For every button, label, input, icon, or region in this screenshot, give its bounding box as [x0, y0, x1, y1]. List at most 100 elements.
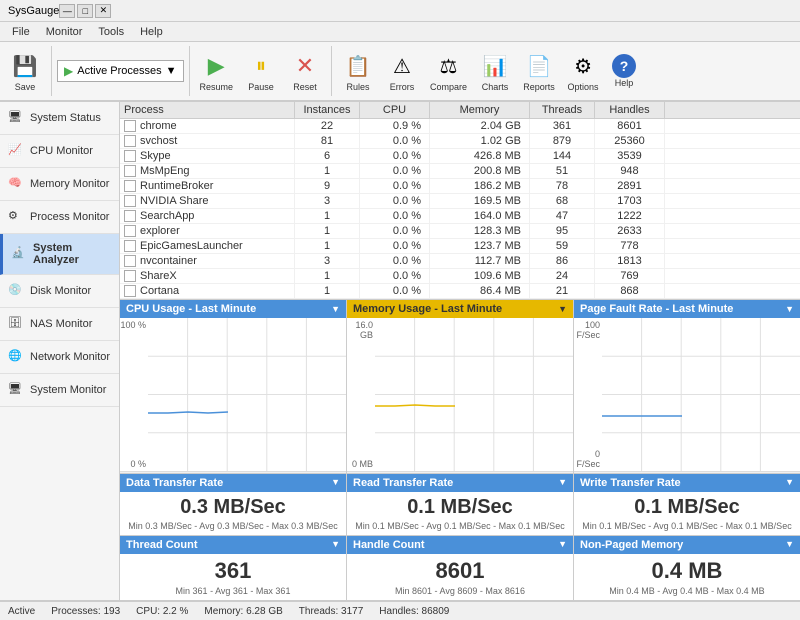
- process-checkbox[interactable]: [124, 255, 136, 267]
- sidebar-item-system-analyzer[interactable]: 🔬 System Analyzer: [0, 234, 119, 275]
- reset-button[interactable]: ✕ Reset: [284, 47, 326, 95]
- td-memory: 112.7 MB: [430, 254, 530, 268]
- table-row[interactable]: ShareX 1 0.0 % 109.6 MB 24 769: [120, 269, 800, 284]
- process-checkbox[interactable]: [124, 270, 136, 282]
- close-button[interactable]: ✕: [95, 4, 111, 18]
- pagefault-chart-panel: Page Fault Rate - Last Minute ▼ 100 F/Se…: [574, 300, 800, 473]
- td-handles: 25360: [595, 134, 665, 148]
- write-transfer-dropdown[interactable]: ▼: [785, 477, 794, 489]
- maximize-button[interactable]: □: [77, 4, 93, 18]
- pagefault-chart-dropdown[interactable]: ▼: [785, 304, 794, 314]
- write-transfer-value: 0.1 MB/Sec: [580, 496, 794, 519]
- thread-count-dropdown[interactable]: ▼: [331, 539, 340, 551]
- save-button[interactable]: 💾 Save: [4, 47, 46, 95]
- td-instances: 3: [295, 254, 360, 268]
- process-checkbox[interactable]: [124, 225, 136, 237]
- td-instances: 1: [295, 269, 360, 283]
- nonpaged-memory-dropdown[interactable]: ▼: [785, 539, 794, 551]
- table-row[interactable]: Cortana 1 0.0 % 86.4 MB 21 868: [120, 284, 800, 299]
- titlebar-controls: — □ ✕: [59, 4, 111, 18]
- sidebar-item-process-monitor[interactable]: ⚙ Process Monitor: [0, 201, 119, 234]
- minimize-button[interactable]: —: [59, 4, 75, 18]
- read-transfer-dropdown[interactable]: ▼: [558, 477, 567, 489]
- table-body: chrome 22 0.9 % 2.04 GB 361 8601 svchost…: [120, 119, 800, 299]
- sidebar-item-system-monitor[interactable]: 🖥 System Monitor: [0, 374, 119, 407]
- process-checkbox[interactable]: [124, 165, 136, 177]
- toolbar-sep-2: [189, 46, 190, 96]
- process-checkbox[interactable]: [124, 240, 136, 252]
- menu-file[interactable]: File: [4, 24, 38, 40]
- sidebar-item-memory-monitor[interactable]: 🧠 Memory Monitor: [0, 168, 119, 201]
- td-process: MsMpEng: [120, 164, 295, 178]
- menu-help[interactable]: Help: [132, 24, 171, 40]
- help-button[interactable]: ? Help: [606, 51, 642, 91]
- memory-monitor-icon: 🧠: [8, 176, 24, 192]
- sidebar-item-label: Memory Monitor: [30, 178, 109, 190]
- td-process: RuntimeBroker: [120, 179, 295, 193]
- menu-monitor[interactable]: Monitor: [38, 24, 91, 40]
- process-checkbox[interactable]: [124, 120, 136, 132]
- th-memory: Memory: [430, 102, 530, 118]
- pause-button[interactable]: ⏸ Pause: [240, 47, 282, 95]
- process-checkbox[interactable]: [124, 195, 136, 207]
- process-checkbox[interactable]: [124, 285, 136, 297]
- table-row[interactable]: EpicGamesLauncher 1 0.0 % 123.7 MB 59 77…: [120, 239, 800, 254]
- pagefault-y-label: 100 F/Sec 0 F/Sec: [574, 318, 602, 471]
- process-monitor-icon: ⚙: [8, 209, 24, 225]
- sidebar-item-network-monitor[interactable]: 🌐 Network Monitor: [0, 341, 119, 374]
- sidebar-item-cpu-monitor[interactable]: 📈 CPU Monitor: [0, 135, 119, 168]
- resume-button[interactable]: ▶ Resume: [195, 47, 239, 95]
- active-processes-button[interactable]: ▶ Active Processes ▼: [57, 60, 184, 82]
- titlebar: SysGauge — □ ✕: [0, 0, 800, 22]
- td-threads: 51: [530, 164, 595, 178]
- table-row[interactable]: SearchApp 1 0.0 % 164.0 MB 47 1222: [120, 209, 800, 224]
- compare-button[interactable]: ⚖ Compare: [425, 47, 472, 95]
- table-row[interactable]: explorer 1 0.0 % 128.3 MB 95 2633: [120, 224, 800, 239]
- process-checkbox[interactable]: [124, 135, 136, 147]
- data-transfer-panel: Data Transfer Rate ▼ 0.3 MB/Sec Min 0.3 …: [120, 474, 347, 535]
- memory-chart-area: [375, 318, 573, 471]
- td-handles: 868: [595, 284, 665, 298]
- table-row[interactable]: svchost 81 0.0 % 1.02 GB 879 25360: [120, 134, 800, 149]
- write-transfer-sub: Min 0.1 MB/Sec - Avg 0.1 MB/Sec - Max 0.…: [580, 521, 794, 531]
- cpu-chart-body: 100 % 0 %: [120, 318, 346, 471]
- stats-row: Thread Count ▼ 361 Min 361 - Avg 361 - M…: [120, 535, 800, 600]
- sidebar-item-nas-monitor[interactable]: 🗄 NAS Monitor: [0, 308, 119, 341]
- rules-button[interactable]: 📋 Rules: [337, 47, 379, 95]
- resume-label: Resume: [200, 82, 234, 92]
- process-checkbox[interactable]: [124, 180, 136, 192]
- charts-button[interactable]: 📊 Charts: [474, 47, 516, 95]
- charts-label: Charts: [482, 82, 509, 92]
- td-handles: 778: [595, 239, 665, 253]
- cpu-chart-dropdown[interactable]: ▼: [331, 304, 340, 314]
- sidebar: 🖥 System Status 📈 CPU Monitor 🧠 Memory M…: [0, 102, 120, 600]
- process-checkbox[interactable]: [124, 210, 136, 222]
- options-label: Options: [568, 82, 599, 92]
- status-handles: Handles: 86809: [379, 606, 449, 617]
- table-row[interactable]: Skype 6 0.0 % 426.8 MB 144 3539: [120, 149, 800, 164]
- sidebar-item-system-status[interactable]: 🖥 System Status: [0, 102, 119, 135]
- status-label: Active: [8, 606, 35, 617]
- td-handles: 769: [595, 269, 665, 283]
- menu-tools[interactable]: Tools: [90, 24, 132, 40]
- td-threads: 24: [530, 269, 595, 283]
- errors-button[interactable]: ⚠ Errors: [381, 47, 423, 95]
- table-row[interactable]: NVIDIA Share 3 0.0 % 169.5 MB 68 1703: [120, 194, 800, 209]
- handle-count-dropdown[interactable]: ▼: [558, 539, 567, 551]
- sidebar-item-label: System Monitor: [30, 384, 106, 396]
- sidebar-item-label: CPU Monitor: [30, 145, 93, 157]
- data-transfer-dropdown[interactable]: ▼: [331, 477, 340, 489]
- td-cpu: 0.9 %: [360, 119, 430, 133]
- table-row[interactable]: chrome 22 0.9 % 2.04 GB 361 8601: [120, 119, 800, 134]
- table-row[interactable]: nvcontainer 3 0.0 % 112.7 MB 86 1813: [120, 254, 800, 269]
- td-cpu: 0.0 %: [360, 164, 430, 178]
- table-row[interactable]: RuntimeBroker 9 0.0 % 186.2 MB 78 2891: [120, 179, 800, 194]
- memory-chart-dropdown[interactable]: ▼: [558, 304, 567, 314]
- sidebar-item-disk-monitor[interactable]: 💿 Disk Monitor: [0, 275, 119, 308]
- thread-count-header: Thread Count ▼: [120, 536, 346, 554]
- table-row[interactable]: MsMpEng 1 0.0 % 200.8 MB 51 948: [120, 164, 800, 179]
- reports-button[interactable]: 📄 Reports: [518, 47, 560, 95]
- sidebar-item-label: NAS Monitor: [30, 318, 92, 330]
- process-checkbox[interactable]: [124, 150, 136, 162]
- options-button[interactable]: ⚙ Options: [562, 47, 604, 95]
